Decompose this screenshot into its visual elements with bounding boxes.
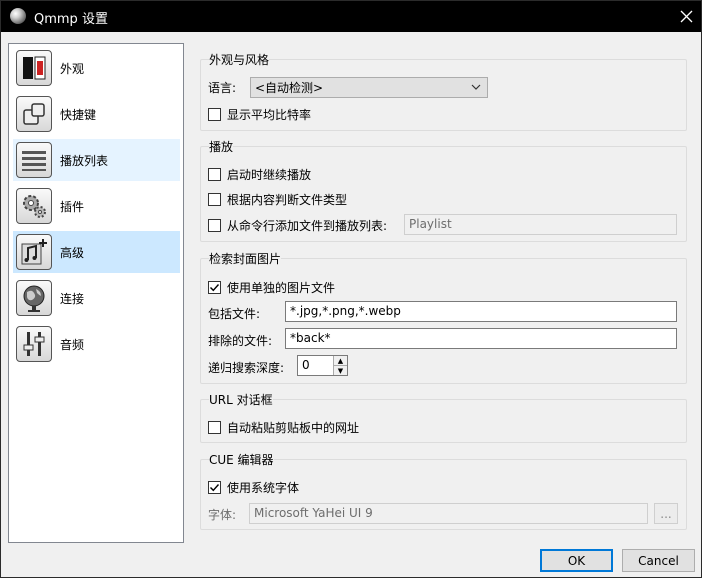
chevron-down-icon (471, 84, 481, 90)
recursion-depth-label: 递归搜索深度: (208, 361, 285, 375)
group-title-cover: 检索封面图片 (209, 250, 282, 267)
use-separate-image-option[interactable]: 使用单独的图片文件 (208, 279, 335, 296)
include-files-input[interactable]: *.jpg,*.png,*.webp (285, 301, 677, 322)
exclude-files-label: 排除的文件: (208, 334, 273, 348)
shortcuts-icon (16, 96, 52, 132)
qmmp-logo-icon (10, 8, 26, 24)
nav-label-connectivity: 连接 (60, 291, 85, 306)
show-bitrate-checkbox[interactable] (208, 108, 221, 121)
group-title-cue: CUE 编辑器 (209, 451, 274, 468)
include-files-label: 包括文件: (208, 307, 261, 321)
nav-label-audio: 音频 (60, 337, 85, 352)
add-from-cmdline-checkbox[interactable] (208, 219, 221, 232)
detect-filetype-label: 根据内容判断文件类型 (227, 193, 348, 207)
group-playback: 播放 启动时继续播放 根据内容判断文件类型 从命令行添加文件到播放列表: Pla… (200, 138, 687, 242)
auto-paste-url-label: 自动粘贴剪贴板中的网址 (227, 421, 360, 435)
resume-playback-option[interactable]: 启动时继续播放 (208, 166, 311, 183)
settings-category-list[interactable]: 外观 快捷键 播放列表 插件 高级 连接 音频 (8, 43, 184, 543)
nav-item-appearance[interactable]: 外观 (13, 47, 180, 89)
checkmark-icon (210, 484, 220, 492)
settings-dialog: Qmmp 设置 外观 快捷键 播放列表 插件 高级 连接 音频 外观与风格 语言… (0, 0, 702, 578)
recursion-depth-spinbox[interactable]: 0 ▲ ▼ (297, 355, 348, 376)
use-system-font-option[interactable]: 使用系统字体 (208, 479, 299, 496)
advanced-icon (16, 234, 52, 270)
group-url-dialog: URL 对话框 自动粘贴剪贴板中的网址 (200, 391, 687, 443)
nav-item-connectivity[interactable]: 连接 (13, 277, 180, 319)
playlist-icon (16, 142, 52, 178)
group-cue-editor: CUE 编辑器 使用系统字体 字体: Microsoft YaHei UI 9 … (200, 451, 687, 530)
recursion-depth-value: 0 (302, 358, 310, 372)
add-from-cmdline-label: 从命令行添加文件到播放列表: (227, 219, 388, 233)
close-icon (680, 10, 692, 23)
use-separate-image-label: 使用单独的图片文件 (227, 281, 336, 295)
language-select[interactable]: <自动检测> (250, 77, 488, 98)
group-title-url: URL 对话框 (209, 391, 273, 408)
plugins-icon (16, 188, 52, 224)
add-from-cmdline-option[interactable]: 从命令行添加文件到播放列表: (208, 217, 387, 234)
nav-item-shortcuts[interactable]: 快捷键 (13, 93, 180, 135)
font-label: 字体: (208, 508, 237, 522)
group-look-and-feel: 外观与风格 语言: <自动检测> 显示平均比特率 (200, 51, 687, 131)
nav-item-playlist[interactable]: 播放列表 (13, 139, 180, 181)
detect-filetype-option[interactable]: 根据内容判断文件类型 (208, 191, 347, 208)
spin-buttons[interactable]: ▲ ▼ (333, 356, 347, 375)
group-title-look: 外观与风格 (209, 51, 270, 68)
use-system-font-checkbox[interactable] (208, 481, 221, 494)
auto-paste-url-option[interactable]: 自动粘贴剪贴板中的网址 (208, 419, 359, 436)
audio-icon (16, 326, 52, 362)
resume-playback-checkbox[interactable] (208, 168, 221, 181)
use-system-font-label: 使用系统字体 (227, 481, 300, 495)
playlist-name-input[interactable]: Playlist (404, 214, 677, 235)
ok-button[interactable]: OK (540, 549, 613, 572)
cancel-button[interactable]: Cancel (622, 549, 695, 572)
nav-item-audio[interactable]: 音频 (13, 323, 180, 365)
nav-label-appearance: 外观 (60, 61, 85, 76)
connectivity-icon (16, 280, 52, 316)
spin-down-icon[interactable]: ▼ (334, 365, 347, 375)
font-name-field[interactable]: Microsoft YaHei UI 9 (249, 503, 648, 524)
show-bitrate-option[interactable]: 显示平均比特率 (208, 106, 311, 123)
nav-label-plugins: 插件 (60, 199, 85, 214)
appearance-icon (16, 50, 52, 86)
nav-label-advanced: 高级 (60, 245, 85, 260)
auto-paste-url-checkbox[interactable] (208, 421, 221, 434)
use-separate-image-checkbox[interactable] (208, 281, 221, 294)
nav-label-playlist: 播放列表 (60, 153, 109, 168)
group-title-playback: 播放 (209, 138, 234, 155)
nav-item-plugins[interactable]: 插件 (13, 185, 180, 227)
show-bitrate-label: 显示平均比特率 (227, 108, 312, 122)
close-button[interactable] (671, 1, 701, 32)
window-title: Qmmp 设置 (34, 12, 108, 27)
exclude-files-input[interactable]: *back* (285, 328, 677, 349)
spin-up-icon[interactable]: ▲ (334, 356, 347, 365)
language-label: 语言: (208, 81, 237, 95)
nav-item-advanced[interactable]: 高级 (13, 231, 180, 273)
resume-playback-label: 启动时继续播放 (227, 168, 312, 182)
group-cover-art: 检索封面图片 使用单独的图片文件 包括文件: *.jpg,*.png,*.web… (200, 250, 687, 384)
nav-label-shortcuts: 快捷键 (60, 107, 97, 122)
language-select-value: <自动检测> (255, 81, 324, 95)
title-bar: Qmmp 设置 (1, 1, 701, 32)
checkmark-icon (210, 284, 220, 292)
detect-filetype-checkbox[interactable] (208, 193, 221, 206)
font-browse-button[interactable]: ... (654, 503, 678, 524)
